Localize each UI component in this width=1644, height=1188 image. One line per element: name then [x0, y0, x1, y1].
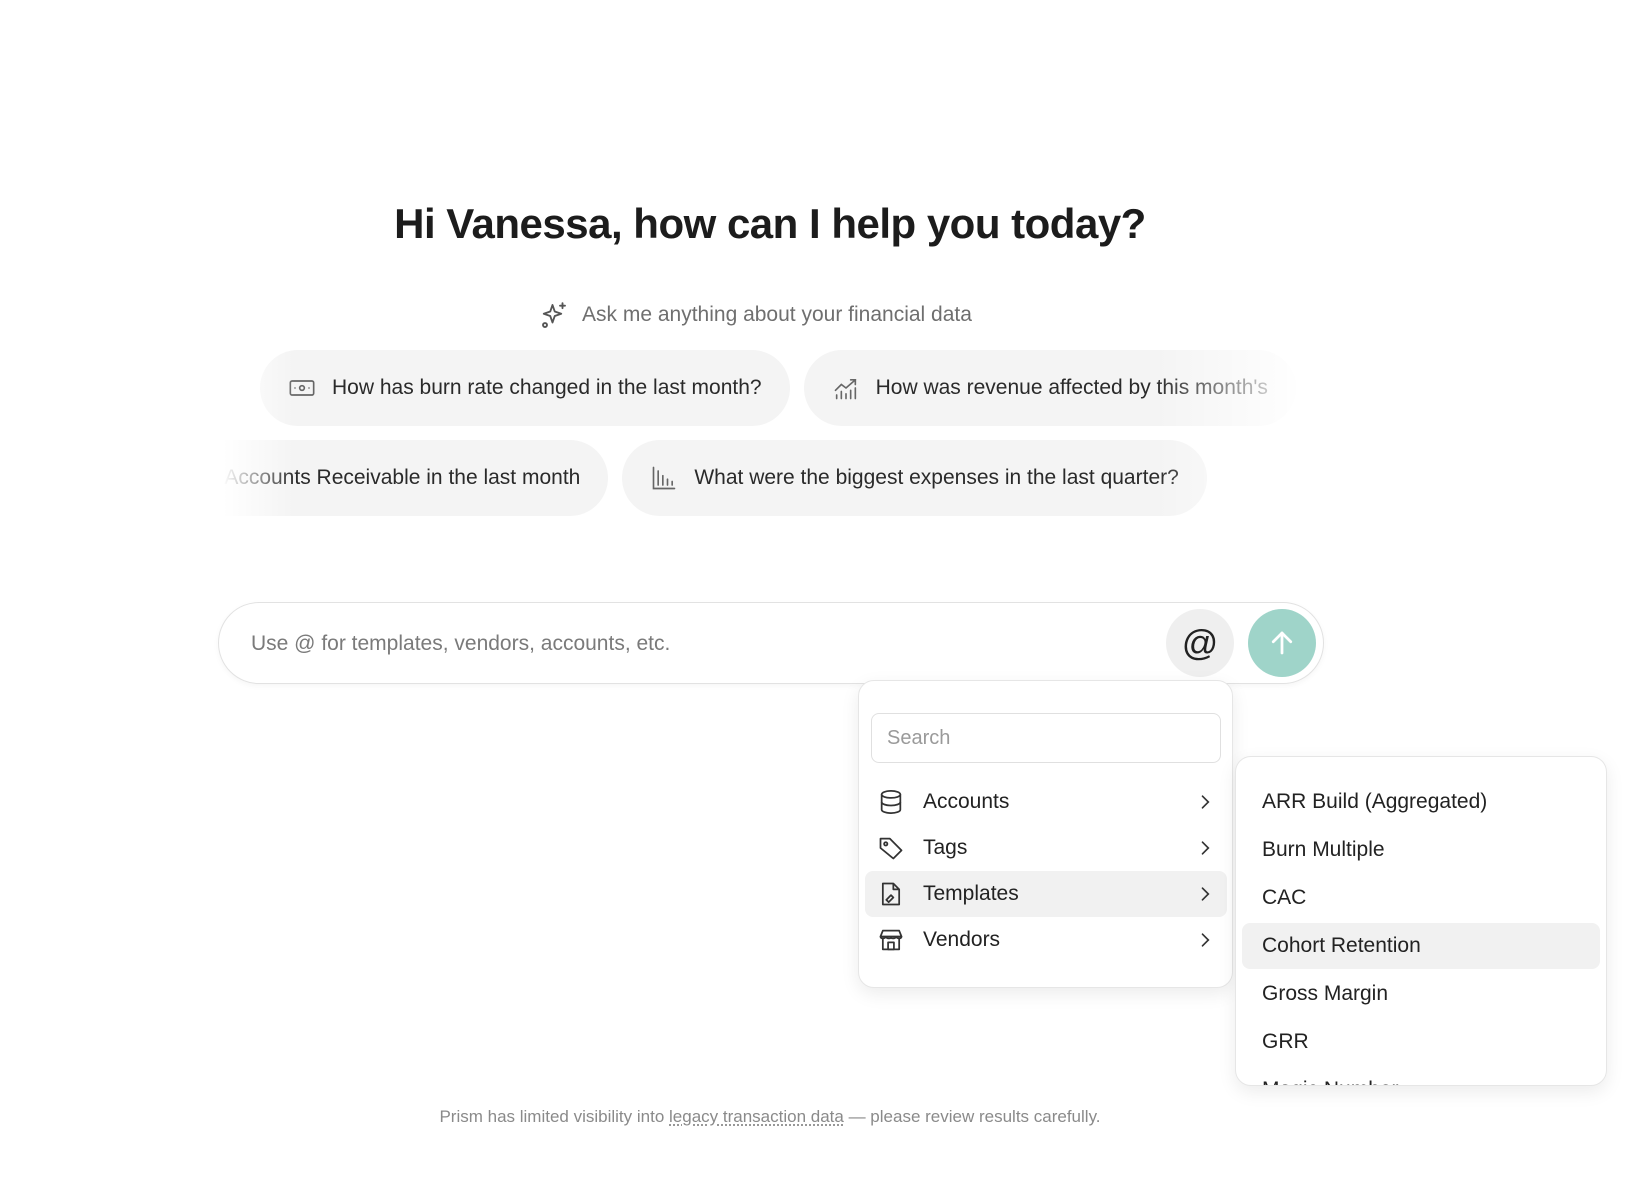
- suggestion-row-1: How has burn rate changed in the last mo…: [260, 350, 1296, 426]
- chat-input-bar: @: [218, 602, 1324, 684]
- template-item[interactable]: GRR: [1242, 1019, 1600, 1065]
- banknote-icon: [289, 380, 315, 396]
- bar-chart-icon: [653, 466, 676, 490]
- database-icon: [880, 790, 902, 814]
- subtitle: Ask me anything about your financial dat…: [540, 300, 972, 330]
- suggestion-chip-revenue[interactable]: How was revenue affected by this month's: [803, 350, 1296, 426]
- mention-menu: Accounts Tags Templates Vendors: [858, 680, 1233, 988]
- disclaimer-prefix: Prism has limited visibility into: [439, 1107, 670, 1126]
- chart-trend-icon: [834, 379, 856, 400]
- file-template-icon: [881, 882, 901, 906]
- menu-item-label: Vendors: [923, 928, 1001, 951]
- menu-item-label: Tags: [923, 836, 968, 859]
- menu-item-tags[interactable]: Tags: [865, 825, 1227, 871]
- menu-item-label: Templates: [923, 882, 1019, 905]
- disclaimer-suffix: — please review results carefully.: [843, 1107, 1101, 1126]
- suggestion-chip-accounts-receivable[interactable]: @Accounts Receivable in the last month: [215, 440, 609, 516]
- send-button[interactable]: [1248, 609, 1316, 677]
- chevron-right-icon: [1201, 887, 1210, 901]
- arrow-up-icon: [1271, 631, 1293, 655]
- template-item[interactable]: Gross Margin: [1242, 971, 1600, 1017]
- template-item[interactable]: ARR Build (Aggregated): [1242, 779, 1600, 825]
- tag-icon: [879, 837, 903, 860]
- suggestion-row-2: @Accounts Receivable in the last month W…: [215, 440, 1207, 516]
- template-item[interactable]: Cohort Retention: [1242, 923, 1600, 969]
- mention-button[interactable]: @: [1166, 609, 1234, 677]
- store-icon: [879, 929, 903, 951]
- suggestion-chip-expenses[interactable]: What were the biggest expenses in the la…: [622, 440, 1207, 516]
- suggestion-text: @Accounts Receivable in the last month: [215, 466, 581, 489]
- template-item[interactable]: Burn Multiple: [1242, 827, 1600, 873]
- suggestion-chip-burn-rate[interactable]: How has burn rate changed in the last mo…: [260, 350, 790, 426]
- menu-item-templates[interactable]: Templates: [865, 871, 1227, 917]
- template-item[interactable]: CAC: [1242, 875, 1600, 921]
- suggestion-text: How has burn rate changed in the last mo…: [332, 376, 762, 399]
- suggestion-carousel: How has burn rate changed in the last mo…: [215, 350, 1335, 520]
- menu-item-vendors[interactable]: Vendors: [865, 917, 1227, 963]
- template-item[interactable]: Magic Number: [1242, 1067, 1600, 1085]
- at-icon: @: [1181, 622, 1219, 663]
- disclaimer-link[interactable]: legacy transaction data: [669, 1107, 844, 1126]
- chevron-right-icon: [1201, 841, 1210, 855]
- mention-search-input[interactable]: [871, 713, 1221, 763]
- page-title: Hi Vanessa, how can I help you today?: [394, 200, 1146, 247]
- chevron-right-icon: [1201, 933, 1210, 947]
- chevron-right-icon: [1201, 795, 1210, 809]
- menu-item-accounts[interactable]: Accounts: [865, 779, 1227, 825]
- templates-submenu: ARR Build (Aggregated) Burn Multiple CAC…: [1235, 756, 1607, 1086]
- sparkles-icon: [542, 302, 566, 328]
- chat-input[interactable]: [251, 623, 1051, 665]
- suggestion-text: What were the biggest expenses in the la…: [694, 466, 1179, 489]
- menu-item-label: Accounts: [923, 790, 1010, 813]
- disclaimer: Prism has limited visibility into legacy…: [0, 1107, 1540, 1127]
- suggestion-text: How was revenue affected by this month's: [875, 376, 1268, 399]
- subtitle-text: Ask me anything about your financial dat…: [582, 303, 972, 326]
